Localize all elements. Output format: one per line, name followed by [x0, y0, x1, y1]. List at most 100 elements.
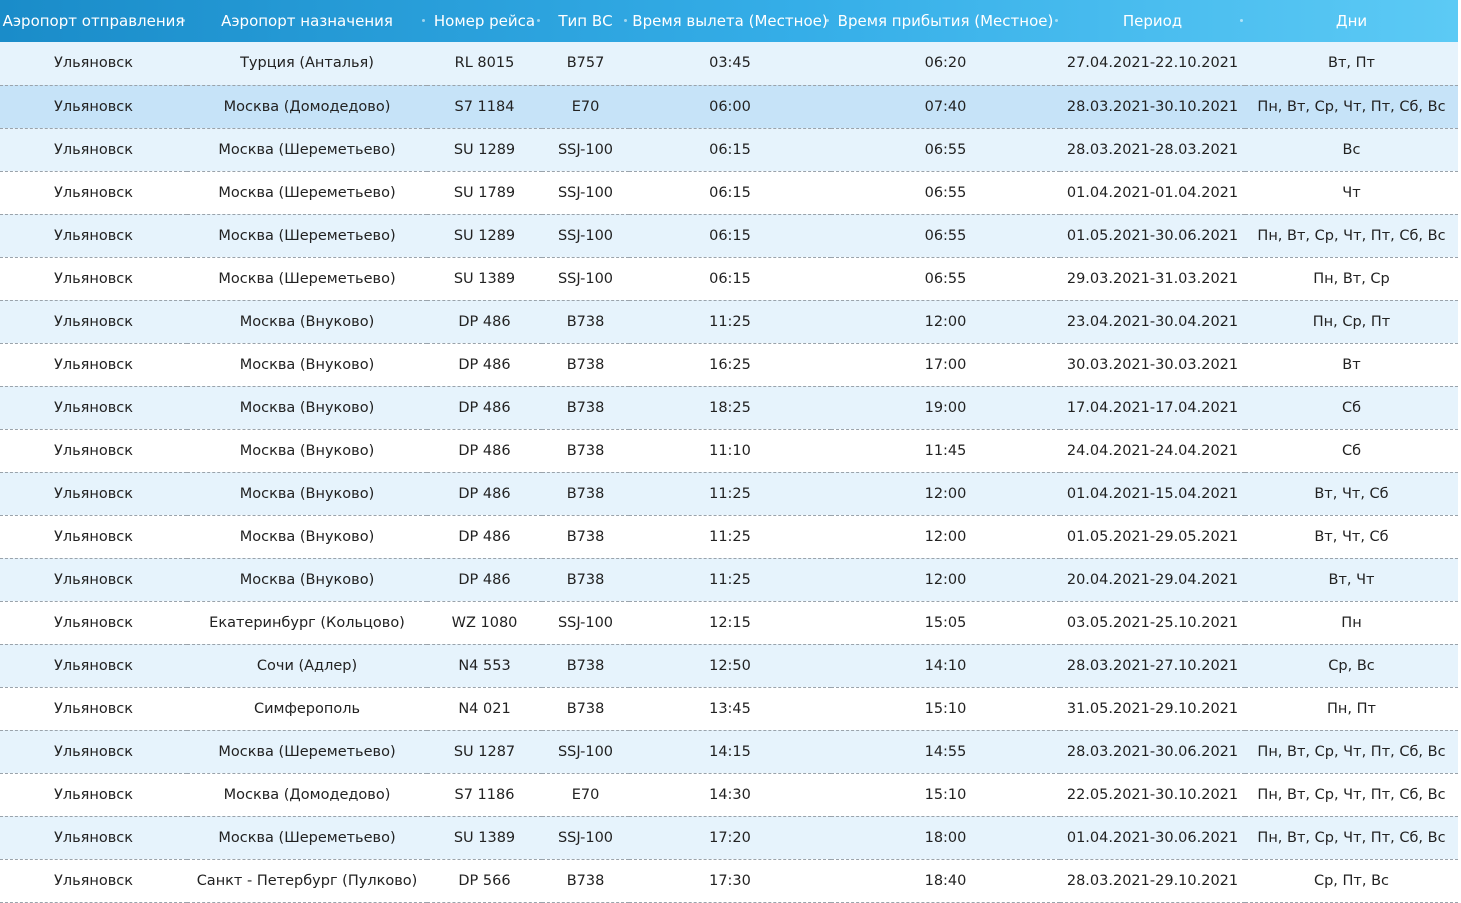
cell-arrival-time: 14:10 [831, 644, 1060, 688]
cell-arrival-time: 12:00 [831, 558, 1060, 602]
cell-departure-time: 06:15 [629, 214, 831, 258]
cell-arrival-airport: Симферополь [187, 687, 427, 731]
cell-period: 28.03.2021-29.10.2021 [1060, 859, 1245, 903]
cell-arrival-airport: Турция (Анталья) [187, 42, 427, 86]
table-header: Аэропорт отправления Аэропорт назначения… [0, 0, 1458, 42]
cell-departure-airport: Ульяновск [0, 687, 187, 731]
flight-schedule-table: Аэропорт отправления Аэропорт назначения… [0, 0, 1458, 903]
cell-departure-time: 17:30 [629, 859, 831, 903]
table-row[interactable]: Ульяновск Москва (Внуково) DP 486 B738 18:25… [0, 386, 1458, 430]
cell-period: 28.03.2021-30.06.2021 [1060, 730, 1245, 774]
cell-departure-time: 11:25 [629, 558, 831, 602]
cell-departure-airport: Ульяновск [0, 214, 187, 258]
cell-arrival-time: 06:55 [831, 257, 1060, 301]
column-header-departure-airport[interactable]: Аэропорт отправления [0, 0, 187, 42]
table-row[interactable]: Ульяновск Турция (Анталья) RL 8015 B757 03:4… [0, 42, 1458, 86]
cell-aircraft-type: E70 [542, 773, 629, 817]
cell-arrival-airport: Москва (Шереметьево) [187, 128, 427, 172]
table-row[interactable]: Ульяновск Москва (Внуково) DP 486 B738 11:25… [0, 515, 1458, 559]
cell-departure-airport: Ульяновск [0, 386, 187, 430]
table-row[interactable]: Ульяновск Москва (Шереметьево) SU 1287 SSJ-… [0, 730, 1458, 774]
cell-arrival-airport: Сочи (Адлер) [187, 644, 427, 688]
table-row[interactable]: Ульяновск Москва (Шереметьево) SU 1289 SSJ-… [0, 128, 1458, 172]
table-row[interactable]: Ульяновск Москва (Внуково) DP 486 B738 11:25… [0, 300, 1458, 344]
cell-arrival-airport: Москва (Шереметьево) [187, 257, 427, 301]
column-header-label: Аэропорт назначения [221, 12, 393, 30]
cell-departure-airport: Ульяновск [0, 773, 187, 817]
column-header-flight-number[interactable]: Номер рейса [427, 0, 542, 42]
cell-flight-number: DP 486 [427, 429, 542, 473]
cell-departure-airport: Ульяновск [0, 257, 187, 301]
table-row[interactable]: Ульяновск Москва (Внуково) DP 486 B738 16:25… [0, 343, 1458, 387]
sort-icon [182, 19, 185, 22]
cell-days: Сб [1245, 386, 1458, 430]
cell-arrival-airport: Москва (Домодедово) [187, 85, 427, 129]
table-row[interactable]: Ульяновск Санкт - Петербург (Пулково) DP 5… [0, 859, 1458, 903]
column-header-arrival-time[interactable]: Время прибытия (Местное) [831, 0, 1060, 42]
cell-arrival-time: 12:00 [831, 515, 1060, 559]
cell-arrival-airport: Екатеринбург (Кольцово) [187, 601, 427, 645]
cell-arrival-time: 15:10 [831, 773, 1060, 817]
column-header-departure-time[interactable]: Время вылета (Местное) [629, 0, 831, 42]
table-row[interactable]: Ульяновск Москва (Внуково) DP 486 B738 11:10… [0, 429, 1458, 473]
cell-aircraft-type: B738 [542, 386, 629, 430]
cell-arrival-airport: Москва (Внуково) [187, 558, 427, 602]
cell-arrival-time: 12:00 [831, 472, 1060, 516]
cell-departure-time: 14:15 [629, 730, 831, 774]
cell-days: Пн, Вт, Ср [1245, 257, 1458, 301]
cell-aircraft-type: B738 [542, 687, 629, 731]
cell-aircraft-type: SSJ-100 [542, 816, 629, 860]
cell-departure-time: 12:50 [629, 644, 831, 688]
cell-period: 24.04.2021-24.04.2021 [1060, 429, 1245, 473]
cell-aircraft-type: B738 [542, 300, 629, 344]
cell-aircraft-type: B757 [542, 42, 629, 86]
column-header-arrival-airport[interactable]: Аэропорт назначения [187, 0, 427, 42]
cell-flight-number: S7 1186 [427, 773, 542, 817]
cell-days: Пн, Вт, Ср, Чт, Пт, Сб, Вс [1245, 730, 1458, 774]
cell-departure-airport: Ульяновск [0, 300, 187, 344]
cell-period: 01.05.2021-29.05.2021 [1060, 515, 1245, 559]
cell-arrival-airport: Санкт - Петербург (Пулково) [187, 859, 427, 903]
cell-departure-time: 16:25 [629, 343, 831, 387]
table-row[interactable]: Ульяновск Москва (Домодедово) S7 1186 E70 14… [0, 773, 1458, 817]
cell-aircraft-type: B738 [542, 515, 629, 559]
sort-icon [1240, 19, 1243, 22]
column-header-aircraft-type[interactable]: Тип ВС [542, 0, 629, 42]
cell-departure-time: 11:25 [629, 300, 831, 344]
cell-flight-number: DP 486 [427, 386, 542, 430]
cell-departure-airport: Ульяновск [0, 644, 187, 688]
cell-departure-time: 13:45 [629, 687, 831, 731]
table-row[interactable]: Ульяновск Сочи (Адлер) N4 553 B738 12:50 14:1… [0, 644, 1458, 688]
cell-aircraft-type: B738 [542, 472, 629, 516]
cell-arrival-airport: Москва (Шереметьево) [187, 730, 427, 774]
column-header-days[interactable]: Дни [1245, 0, 1458, 42]
cell-flight-number: DP 486 [427, 472, 542, 516]
cell-flight-number: DP 486 [427, 343, 542, 387]
cell-period: 23.04.2021-30.04.2021 [1060, 300, 1245, 344]
cell-departure-airport: Ульяновск [0, 472, 187, 516]
cell-days: Вс [1245, 128, 1458, 172]
table-row[interactable]: Ульяновск Москва (Шереметьево) SU 1789 SSJ-… [0, 171, 1458, 215]
cell-departure-time: 11:25 [629, 515, 831, 559]
table-row[interactable]: Ульяновск Москва (Внуково) DP 486 B738 11:25… [0, 558, 1458, 602]
column-header-label: Время прибытия (Местное) [837, 12, 1054, 30]
table-row[interactable]: Ульяновск Симферополь N4 021 B738 13:45 15:10… [0, 687, 1458, 731]
cell-departure-time: 11:10 [629, 429, 831, 473]
column-header-label: Аэропорт отправления [2, 12, 185, 30]
table-row[interactable]: Ульяновск Москва (Внуково) DP 486 B738 11:25… [0, 472, 1458, 516]
column-header-period[interactable]: Период [1060, 0, 1245, 42]
table-row[interactable]: Ульяновск Москва (Домодедово) S7 1184 E70 06… [0, 85, 1458, 129]
table-row[interactable]: Ульяновск Екатеринбург (Кольцово) WZ 1080 S… [0, 601, 1458, 645]
cell-departure-time: 06:15 [629, 171, 831, 215]
cell-days: Вт, Чт [1245, 558, 1458, 602]
table-row[interactable]: Ульяновск Москва (Шереметьево) SU 1389 SSJ-… [0, 816, 1458, 860]
cell-period: 01.04.2021-01.04.2021 [1060, 171, 1245, 215]
cell-days: Ср, Вс [1245, 644, 1458, 688]
cell-period: 20.04.2021-29.04.2021 [1060, 558, 1245, 602]
table-row[interactable]: Ульяновск Москва (Шереметьево) SU 1389 SSJ-… [0, 257, 1458, 301]
cell-flight-number: S7 1184 [427, 85, 542, 129]
cell-arrival-time: 19:00 [831, 386, 1060, 430]
table-row[interactable]: Ульяновск Москва (Шереметьево) SU 1289 SSJ-… [0, 214, 1458, 258]
cell-days: Вт [1245, 343, 1458, 387]
cell-flight-number: DP 566 [427, 859, 542, 903]
